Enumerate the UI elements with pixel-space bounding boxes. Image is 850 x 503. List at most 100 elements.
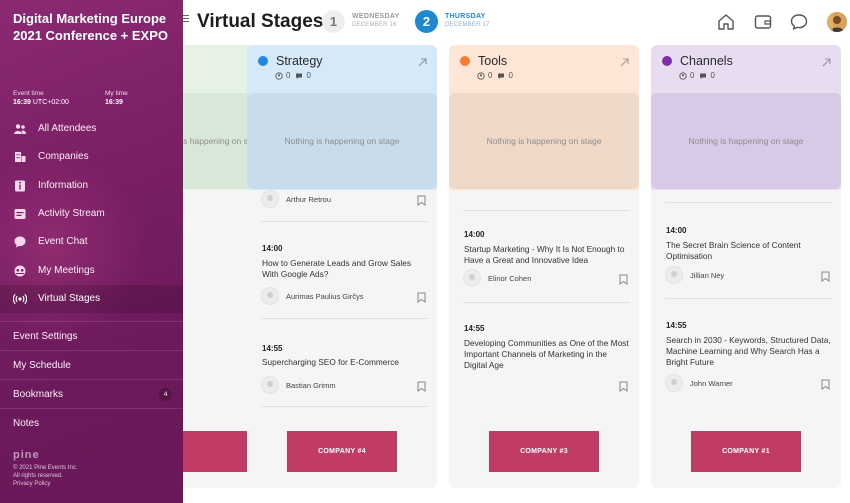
home-icon[interactable] [716, 12, 736, 32]
session-title[interactable]: The Secret Brain Science of Content Opti… [666, 240, 831, 262]
sidebar-item-label: Activity Stream [38, 208, 105, 219]
stage-counts: 0 0 [275, 71, 316, 80]
speaker-row[interactable]: Aurimas Paulius Girčys [261, 287, 429, 307]
sidebar-item-my-schedule[interactable]: My Schedule [0, 350, 183, 379]
day-date: DECEMBER 16 [352, 22, 397, 28]
viewers-icon [477, 71, 485, 80]
bookmark-icon[interactable] [821, 377, 830, 390]
sidebar-item-label: Bookmarks [13, 389, 64, 400]
viewers-count: 0 [286, 71, 291, 80]
session-time: 14:55 [262, 344, 283, 353]
stage-screen[interactable]: Nothing is happening on stage [651, 93, 841, 189]
sidebar-item-label: Event Settings [13, 331, 78, 342]
open-stage-icon[interactable] [619, 55, 630, 67]
event-time: Event time 16:39 UTC+02:00 [13, 90, 69, 106]
session-time: 14:00 [464, 230, 485, 239]
speaker-avatar [463, 269, 481, 287]
bookmark-icon[interactable] [417, 379, 426, 392]
sidebar-item-activity-stream[interactable]: Activity Stream [0, 200, 183, 228]
sidebar-item-bookmarks[interactable]: Bookmarks 4 [0, 379, 183, 408]
company-banner[interactable]: COMPANY #4 [287, 431, 397, 472]
speaker-name: Aurimas Paulius Girčys [286, 292, 364, 301]
divider [463, 210, 630, 211]
event-time-zone: UTC+02:00 [32, 99, 69, 106]
sidebar-item-label: Information [38, 180, 89, 191]
stage-counts: 0 0 [679, 71, 720, 80]
sidebar-item-my-meetings[interactable]: My Meetings [0, 257, 183, 285]
sidebar-item-all-attendees[interactable]: All Attendees [0, 115, 183, 143]
page-title: Virtual Stages [197, 11, 324, 32]
session-title[interactable]: Supercharging SEO for E-Commerce [262, 357, 427, 368]
day-name: THURSDAY [445, 13, 486, 20]
bookmark-icon[interactable] [417, 193, 426, 206]
speaker-avatar [261, 376, 279, 394]
comments-icon [497, 72, 505, 80]
open-stage-icon[interactable] [821, 55, 832, 67]
bookmark-icon[interactable] [619, 272, 628, 285]
stage-color-dot [258, 56, 268, 66]
stage-title: Strategy [276, 54, 323, 68]
speaker-name: Arthur Retrou [286, 195, 332, 204]
speaker-row[interactable]: John Warner [665, 374, 833, 394]
open-stage-icon[interactable] [417, 55, 428, 67]
sidebar-item-information[interactable]: Information [0, 172, 183, 200]
divider [261, 406, 428, 407]
user-avatar[interactable] [827, 12, 847, 32]
session-title[interactable]: Developing Communities as One of the Mos… [464, 338, 629, 371]
viewers-icon [275, 71, 283, 80]
sidebar-item-notes[interactable]: Notes [0, 408, 183, 437]
speaker-row[interactable]: Elinor Cohen [463, 269, 631, 289]
speaker-avatar [665, 266, 683, 284]
meetings-icon [13, 264, 27, 278]
stream-icon [13, 207, 27, 221]
session-title[interactable]: Startup Marketing - Why It Is Not Enough… [464, 244, 629, 266]
chat-icon[interactable] [789, 12, 809, 32]
day-date: DECEMBER 17 [445, 22, 490, 28]
speaker-avatar [261, 287, 279, 305]
comments-icon [699, 72, 707, 80]
speaker-row[interactable] [463, 376, 631, 396]
event-time-value: 16:39 [13, 99, 31, 106]
divider [665, 202, 832, 203]
day-number: 2 [415, 10, 438, 33]
bookmark-icon[interactable] [417, 290, 426, 303]
divider [463, 302, 630, 303]
session-title[interactable]: How to Generate Leads and Grow Sales Wit… [262, 258, 427, 280]
event-title[interactable]: Digital Marketing Europe 2021 Conference… [13, 10, 178, 44]
bookmark-icon[interactable] [619, 379, 628, 392]
stage-counts: 0 0 [477, 71, 518, 80]
stage-column-tools: Tools 0 0 Nothing is happening on stage … [449, 45, 639, 488]
bookmark-icon[interactable] [821, 269, 830, 282]
sidebar-item-label: All Attendees [38, 123, 97, 134]
company-banner[interactable]: COMPANY #1 [691, 431, 801, 472]
speaker-row[interactable]: Arthur Retrou [261, 190, 429, 210]
sidebar-item-virtual-stages[interactable]: Virtual Stages [0, 285, 183, 313]
session-title[interactable]: Search in 2030 - Keywords, Structured Da… [666, 335, 831, 368]
privacy-policy-link[interactable]: Privacy Policy [13, 480, 77, 488]
sidebar-item-event-settings[interactable]: Event Settings [0, 321, 183, 350]
session-time: 14:00 [666, 226, 687, 235]
viewers-count: 0 [690, 71, 695, 80]
stage-screen[interactable]: Nothing is happening on stage [247, 93, 437, 189]
sidebar-item-event-chat[interactable]: Event Chat [0, 228, 183, 256]
people-icon [13, 122, 27, 136]
speaker-avatar [665, 374, 683, 392]
copyright-line: All rights reserved. [13, 473, 63, 479]
my-time: My time 16:39 [105, 90, 128, 106]
company-banner[interactable]: COMPANY #3 [489, 431, 599, 472]
speaker-name: Bastian Grimm [286, 381, 336, 390]
day-name: WEDNESDAY [352, 13, 400, 20]
stage-column-strategy: Strategy 0 0 Nothing is happening on sta… [247, 45, 437, 488]
stage-header: Strategy 0 0 Nothing is happening on sta… [247, 45, 437, 190]
speaker-avatar [261, 190, 279, 208]
speaker-row[interactable]: Bastian Grimm [261, 376, 429, 396]
wallet-icon[interactable] [753, 12, 773, 32]
copyright-line: © 2021 Pine Events Inc. [13, 465, 78, 471]
sidebar-item-label: My Schedule [13, 360, 71, 371]
speaker-row[interactable]: Jillian Ney [665, 266, 833, 286]
speaker-name: Elinor Cohen [488, 274, 532, 283]
session-time: 14:55 [464, 324, 485, 333]
stage-header: Tools 0 0 Nothing is happening on stage [449, 45, 639, 190]
stage-screen[interactable]: Nothing is happening on stage [449, 93, 639, 189]
sidebar-item-companies[interactable]: Companies [0, 143, 183, 171]
